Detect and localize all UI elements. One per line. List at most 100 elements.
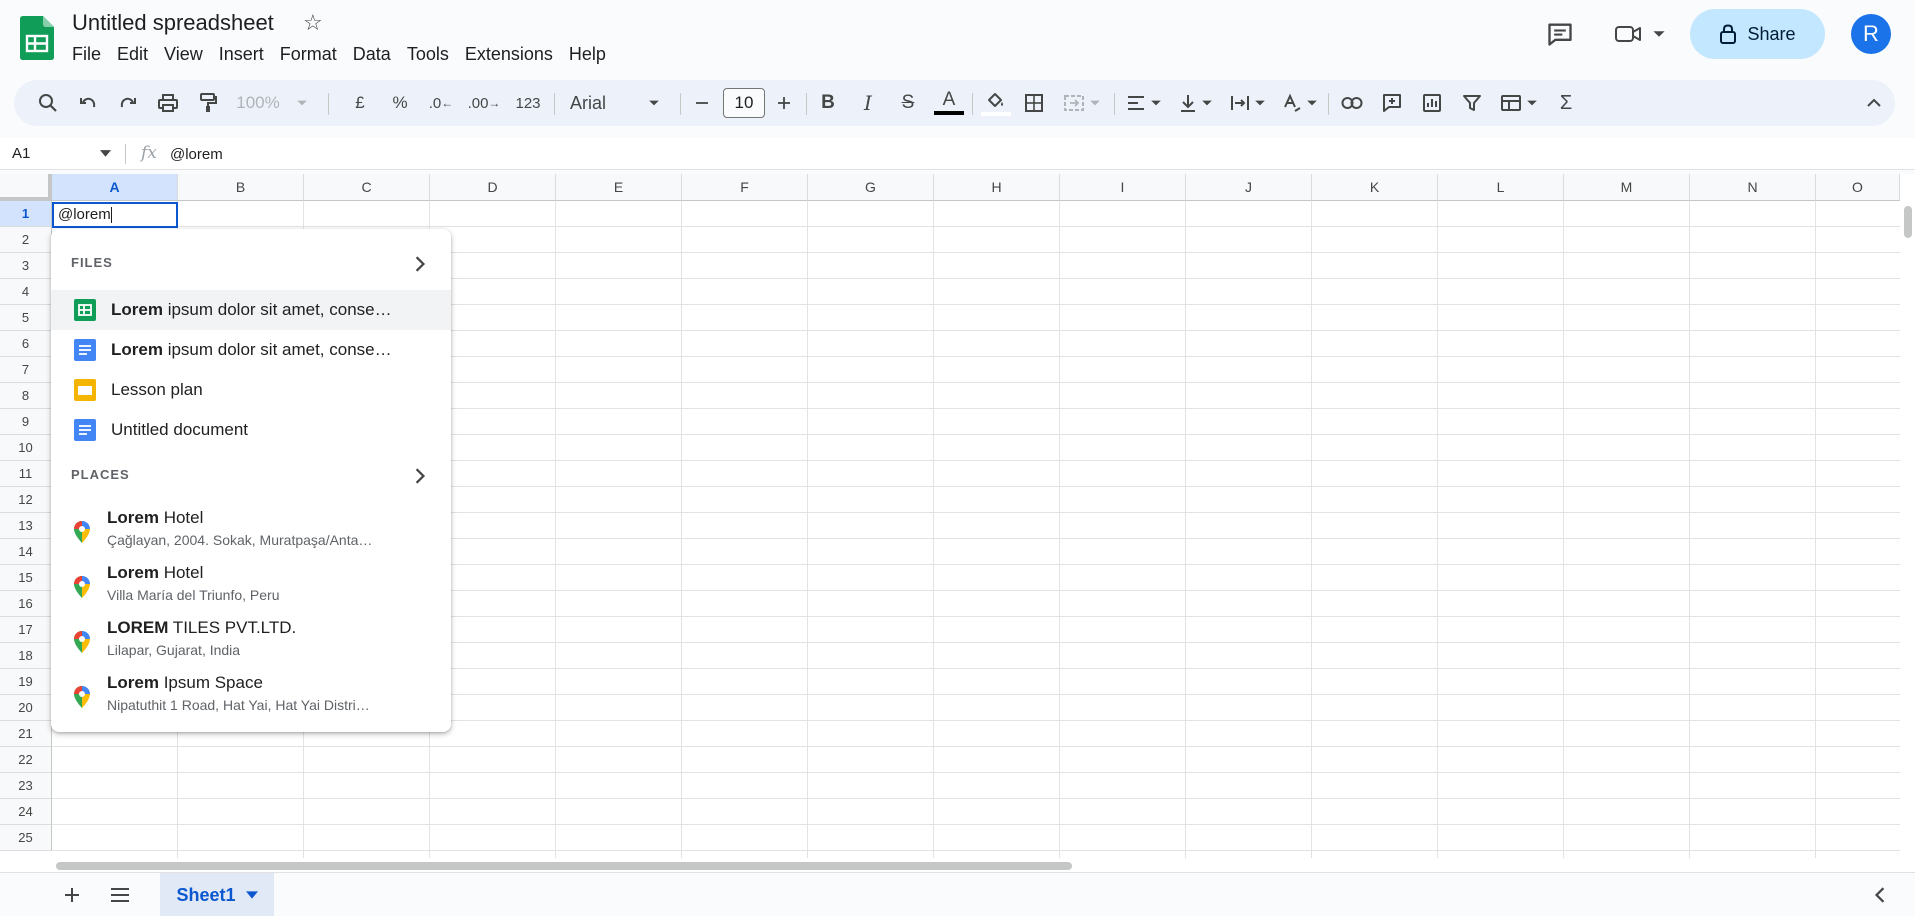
paint-format-icon[interactable] xyxy=(192,80,224,126)
vertical-align-button[interactable] xyxy=(1172,80,1220,126)
row-header-23[interactable]: 23 xyxy=(0,773,52,799)
increase-decimal-button[interactable]: .00 → xyxy=(464,80,504,126)
row-header-5[interactable]: 5 xyxy=(0,305,52,331)
place-item[interactable]: Lorem Ipsum Space Nipatuthit 1 Road, Hat… xyxy=(51,668,451,723)
row-header-17[interactable]: 17 xyxy=(0,617,52,643)
increase-font-size-button[interactable] xyxy=(768,80,800,126)
row-header-11[interactable]: 11 xyxy=(0,461,52,487)
name-box[interactable]: A1 xyxy=(12,145,30,162)
comments-icon[interactable] xyxy=(1542,14,1578,54)
zoom-select[interactable]: 100% xyxy=(236,80,308,126)
explore-collapse-icon[interactable] xyxy=(1866,881,1894,909)
column-header-e[interactable]: E xyxy=(556,174,682,201)
share-button[interactable]: Share xyxy=(1690,9,1825,59)
print-icon[interactable] xyxy=(152,80,184,126)
row-header-16[interactable]: 16 xyxy=(0,591,52,617)
column-header-o[interactable]: O xyxy=(1816,174,1900,201)
sheet-tab-sheet1[interactable]: Sheet1 xyxy=(160,873,274,916)
row-header-18[interactable]: 18 xyxy=(0,643,52,669)
undo-icon[interactable] xyxy=(72,80,104,126)
row-header-12[interactable]: 12 xyxy=(0,487,52,513)
row-header-21[interactable]: 21 xyxy=(0,721,52,747)
insert-chart-icon[interactable] xyxy=(1416,80,1448,126)
row-header-9[interactable]: 9 xyxy=(0,409,52,435)
chevron-down-icon[interactable] xyxy=(245,890,258,900)
place-item[interactable]: LOREM TILES PVT.LTD. Lilapar, Gujarat, I… xyxy=(51,613,451,668)
font-size-input[interactable]: 10 xyxy=(723,88,765,118)
vertical-scroll-thumb[interactable] xyxy=(1904,206,1912,238)
sheets-logo-icon[interactable] xyxy=(20,16,54,60)
menu-insert[interactable]: Insert xyxy=(211,42,272,66)
row-header-8[interactable]: 8 xyxy=(0,383,52,409)
bold-button[interactable]: B xyxy=(812,80,844,126)
search-menus-icon[interactable] xyxy=(32,80,64,126)
text-color-button[interactable]: A xyxy=(932,80,966,126)
row-header-2[interactable]: 2 xyxy=(0,227,52,253)
meet-video-icon[interactable] xyxy=(1610,14,1670,54)
vertical-scrollbar[interactable] xyxy=(1900,201,1915,872)
all-sheets-menu-icon[interactable] xyxy=(106,881,134,909)
fill-color-button[interactable] xyxy=(978,80,1014,126)
horizontal-align-button[interactable] xyxy=(1120,80,1168,126)
functions-sigma-icon[interactable]: Σ xyxy=(1550,80,1582,126)
column-header-b[interactable]: B xyxy=(178,174,304,201)
row-header-6[interactable]: 6 xyxy=(0,331,52,357)
place-item[interactable]: Lorem Hotel Çağlayan, 2004. Sokak, Murat… xyxy=(51,503,451,558)
format-percent-button[interactable]: % xyxy=(384,80,416,126)
text-wrapping-button[interactable] xyxy=(1224,80,1272,126)
row-header-19[interactable]: 19 xyxy=(0,669,52,695)
strikethrough-button[interactable]: S xyxy=(892,80,924,126)
select-all-corner[interactable] xyxy=(0,174,52,201)
column-header-a[interactable]: A xyxy=(52,174,178,201)
column-header-m[interactable]: M xyxy=(1564,174,1690,201)
decrease-decimal-button[interactable]: .0 ← xyxy=(424,80,458,126)
star-icon[interactable]: ☆ xyxy=(303,10,323,36)
column-header-h[interactable]: H xyxy=(934,174,1060,201)
column-header-l[interactable]: L xyxy=(1438,174,1564,201)
redo-icon[interactable] xyxy=(112,80,144,126)
file-item[interactable]: Lorem ipsum dolor sit amet, conse… xyxy=(51,290,451,330)
chevron-down-icon[interactable] xyxy=(100,150,111,158)
document-title[interactable]: Untitled spreadsheet xyxy=(72,10,274,36)
menu-extensions[interactable]: Extensions xyxy=(457,42,561,66)
filter-views-button[interactable] xyxy=(1496,80,1542,126)
file-item[interactable]: Lesson plan xyxy=(51,370,451,410)
row-header-22[interactable]: 22 xyxy=(0,747,52,773)
column-header-i[interactable]: I xyxy=(1060,174,1186,201)
more-formats-button[interactable]: 123 xyxy=(508,80,548,126)
row-header-4[interactable]: 4 xyxy=(0,279,52,305)
column-header-g[interactable]: G xyxy=(808,174,934,201)
decrease-font-size-button[interactable] xyxy=(686,80,718,126)
horizontal-scroll-thumb[interactable] xyxy=(56,862,1072,870)
insert-comment-icon[interactable] xyxy=(1376,80,1408,126)
row-header-10[interactable]: 10 xyxy=(0,435,52,461)
menu-file[interactable]: File xyxy=(64,42,109,66)
filter-icon[interactable] xyxy=(1456,80,1488,126)
file-item[interactable]: Lorem ipsum dolor sit amet, conse… xyxy=(51,330,451,370)
menu-tools[interactable]: Tools xyxy=(399,42,457,66)
row-header-25[interactable]: 25 xyxy=(0,825,52,851)
column-header-n[interactable]: N xyxy=(1690,174,1816,201)
formula-input[interactable]: @lorem xyxy=(170,146,223,163)
row-header-15[interactable]: 15 xyxy=(0,565,52,591)
collapse-toolbar-icon[interactable] xyxy=(1860,80,1888,126)
row-header-24[interactable]: 24 xyxy=(0,799,52,825)
chevron-right-icon[interactable] xyxy=(414,256,426,272)
row-header-1[interactable]: 1 xyxy=(0,201,52,227)
add-sheet-icon[interactable] xyxy=(58,881,86,909)
insert-link-icon[interactable] xyxy=(1336,80,1368,126)
row-header-3[interactable]: 3 xyxy=(0,253,52,279)
menu-format[interactable]: Format xyxy=(272,42,345,66)
format-currency-button[interactable]: £ xyxy=(344,80,376,126)
menu-edit[interactable]: Edit xyxy=(109,42,156,66)
row-header-14[interactable]: 14 xyxy=(0,539,52,565)
column-header-d[interactable]: D xyxy=(430,174,556,201)
chevron-right-icon[interactable] xyxy=(414,468,426,484)
menu-help[interactable]: Help xyxy=(561,42,614,66)
column-header-j[interactable]: J xyxy=(1186,174,1312,201)
account-avatar[interactable]: R xyxy=(1851,14,1891,54)
text-rotation-button[interactable] xyxy=(1276,80,1324,126)
file-item[interactable]: Untitled document xyxy=(51,410,451,450)
column-header-k[interactable]: K xyxy=(1312,174,1438,201)
place-item[interactable]: Lorem Hotel Villa María del Triunfo, Per… xyxy=(51,558,451,613)
